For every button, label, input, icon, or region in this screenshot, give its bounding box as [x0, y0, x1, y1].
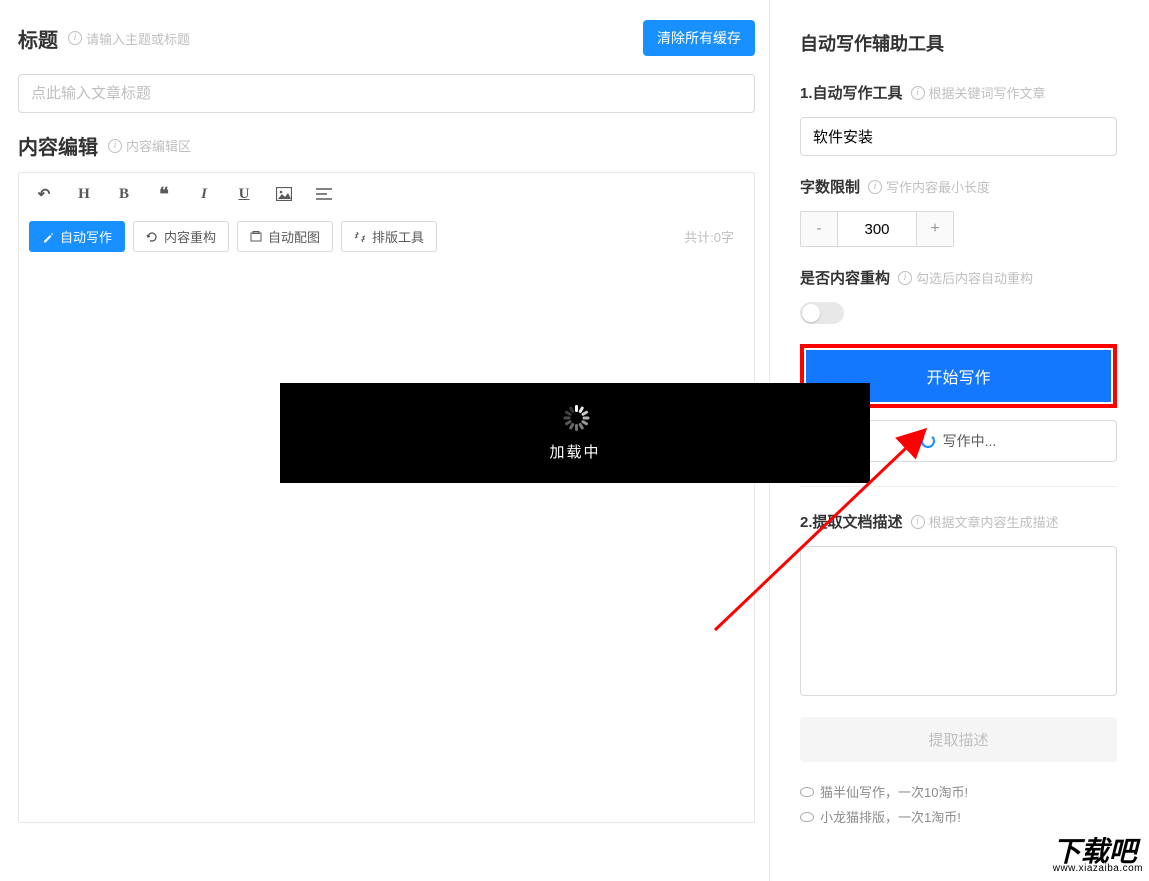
info-icon: i [68, 31, 82, 45]
footer-note-1: 猫半仙写作，一次10淘币! [800, 782, 1117, 801]
heading-icon[interactable]: H [73, 183, 95, 205]
rewrite-toggle-label: 是否内容重构 [800, 267, 890, 288]
auto-write-button[interactable]: 自动写作 [29, 221, 125, 252]
word-limit-stepper: - + [800, 211, 954, 247]
info-icon: i [911, 515, 925, 529]
quote-icon[interactable]: ❝ [153, 183, 175, 205]
underline-icon[interactable]: U [233, 183, 255, 205]
stepper-minus-button[interactable]: - [801, 212, 837, 246]
italic-icon[interactable]: I [193, 183, 215, 205]
content-edit-hint: i 内容编辑区 [108, 136, 191, 155]
rewrite-toggle[interactable] [800, 302, 844, 324]
title-hint: i 请输入主题或标题 [68, 29, 190, 48]
word-limit-input[interactable] [837, 212, 917, 246]
content-edit-label: 内容编辑 [18, 131, 98, 160]
rewrite-toggle-hint: i 勾选后内容自动重构 [898, 268, 1033, 287]
side-panel-title: 自动写作辅助工具 [800, 30, 1117, 56]
extract-description-button[interactable]: 提取描述 [800, 717, 1117, 762]
content-rewrite-button[interactable]: 内容重构 [133, 221, 229, 252]
format-toolbar: ↶ H B ❝ I U [19, 173, 754, 215]
info-icon: i [898, 271, 912, 285]
section2-title: 2.提取文档描述 [800, 511, 903, 532]
loading-text: 加载中 [549, 441, 600, 462]
bold-icon[interactable]: B [113, 183, 135, 205]
info-icon: i [108, 139, 122, 153]
coin-icon [800, 812, 814, 822]
stepper-plus-button[interactable]: + [917, 212, 953, 246]
keyword-input[interactable] [800, 117, 1117, 156]
loading-spinner-icon [921, 434, 935, 448]
section1-hint: i 根据关键词写作文章 [911, 83, 1046, 102]
title-label: 标题 [18, 24, 58, 53]
section1-title: 1.自动写作工具 [800, 82, 903, 103]
loading-overlay: 加载中 [280, 383, 870, 483]
layout-tool-button[interactable]: 排版工具 [341, 221, 437, 252]
coin-icon [800, 787, 814, 797]
editor-container: ↶ H B ❝ I U 自动写作 内容 [18, 172, 755, 823]
watermark: 下载吧 www.xiazaiba.com [1047, 837, 1149, 875]
undo-icon[interactable]: ↶ [33, 183, 55, 205]
info-icon: i [868, 180, 882, 194]
loading-spinner-icon [562, 405, 588, 431]
image-icon[interactable] [273, 183, 295, 205]
word-limit-hint: i 写作内容最小长度 [868, 177, 990, 196]
clear-cache-button[interactable]: 清除所有缓存 [643, 20, 755, 56]
align-icon[interactable] [313, 183, 335, 205]
footer-note-2: 小龙猫排版，一次1淘币! [800, 807, 1117, 826]
article-title-input[interactable] [18, 74, 755, 113]
editor-body[interactable] [19, 262, 754, 822]
word-limit-label: 字数限制 [800, 176, 860, 197]
action-toolbar: 自动写作 内容重构 自动配图 排版工具 共计:0字 [19, 215, 754, 262]
word-counter: 共计:0字 [684, 227, 744, 246]
info-icon: i [911, 86, 925, 100]
section2-hint: i 根据文章内容生成描述 [911, 512, 1059, 531]
auto-image-button[interactable]: 自动配图 [237, 221, 333, 252]
description-textarea[interactable] [800, 546, 1117, 696]
